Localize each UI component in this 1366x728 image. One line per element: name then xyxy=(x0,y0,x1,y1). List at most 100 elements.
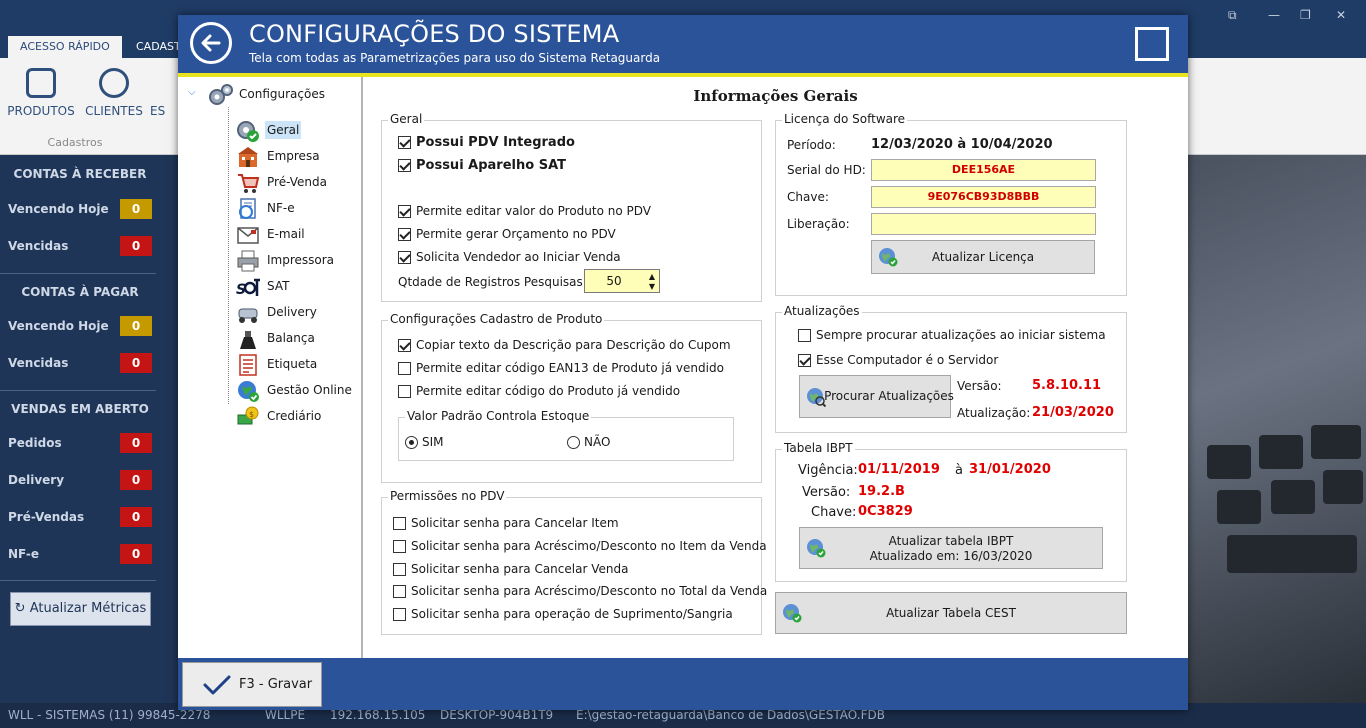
minimize-icon[interactable]: — xyxy=(1268,8,1280,22)
metrics-sidebar: CONTAS À RECEBER Vencendo Hoje 0 Vencida… xyxy=(0,155,178,703)
close-icon[interactable]: ✕ xyxy=(1336,8,1346,22)
checkbox-box[interactable] xyxy=(398,159,411,172)
stock-icon xyxy=(150,68,180,98)
checkbox-box[interactable] xyxy=(398,228,411,241)
produtos-label: PRODUTOS xyxy=(7,104,75,118)
metric-row[interactable]: Vencendo Hoje 0 xyxy=(8,316,158,336)
atualizacao-value: 21/03/2020 xyxy=(1032,405,1114,420)
radio-circle[interactable] xyxy=(567,436,580,449)
checkbox-box[interactable] xyxy=(398,362,411,375)
metric-badge: 0 xyxy=(120,353,152,373)
checkbox-box[interactable] xyxy=(398,136,411,149)
tree-item-label: Impressora xyxy=(267,253,335,267)
checkbox-label: Solicitar senha para Cancelar Item xyxy=(411,516,619,530)
checkbox-box[interactable] xyxy=(393,540,406,553)
metric-row[interactable]: Pedidos 0 xyxy=(8,433,158,453)
checkbox-box[interactable] xyxy=(398,251,411,264)
qtd-registros-stepper[interactable]: 50 ▲ ▼ xyxy=(584,269,660,293)
checkbox-label: Solicitar senha para Acréscimo/Desconto … xyxy=(411,539,767,553)
checkbox-label: Permite editar código EAN13 de Produto j… xyxy=(416,361,724,375)
metric-row[interactable]: NF-e 0 xyxy=(8,544,158,564)
checkbox-box[interactable] xyxy=(393,517,406,530)
produtos-button[interactable]: PRODUTOS xyxy=(6,68,76,118)
stepper-value[interactable]: 50 xyxy=(585,270,643,292)
restore-icon[interactable]: ⧉ xyxy=(1228,8,1237,23)
checkbox-box[interactable] xyxy=(393,585,406,598)
estoque-label: ES xyxy=(150,104,166,118)
checkbox-box[interactable] xyxy=(798,354,811,367)
metric-label: NF-e xyxy=(8,547,39,561)
keyboard-key xyxy=(1271,480,1315,514)
tree-item-label: E-mail xyxy=(267,227,305,241)
checkbox-box[interactable] xyxy=(393,563,406,576)
tab-acesso-rapido[interactable]: ACESSO RÁPIDO xyxy=(8,36,122,58)
chave-field[interactable]: 9E076CB93D8BBB xyxy=(871,186,1096,208)
geral-group: Geral Possui PDV Integrado Possui Aparel… xyxy=(381,112,762,302)
vigencia-label: Vigência: xyxy=(798,463,858,478)
checkbox-box[interactable] xyxy=(398,339,411,352)
metric-row[interactable]: Delivery 0 xyxy=(8,470,158,490)
keyboard-key xyxy=(1217,490,1261,524)
update-metrics-button[interactable]: ↻ Atualizar Métricas xyxy=(10,592,151,626)
envelope-icon xyxy=(237,227,259,244)
estoque-button[interactable]: ES xyxy=(150,68,178,118)
group-title: Permissões no PDV xyxy=(388,489,507,503)
metric-badge: 0 xyxy=(120,470,152,490)
users-add-icon xyxy=(99,68,129,98)
tree-root-label: Configurações xyxy=(239,87,325,101)
scooter-icon xyxy=(238,308,258,323)
checkmark-icon xyxy=(203,675,231,695)
save-button[interactable]: F3 - Gravar xyxy=(182,662,322,707)
liberacao-field[interactable] xyxy=(871,213,1096,235)
metric-row[interactable]: Vencendo Hoje 0 xyxy=(8,199,158,219)
gear-check-icon xyxy=(237,121,259,142)
metric-badge: 0 xyxy=(120,199,152,219)
maximize-icon[interactable]: ❐ xyxy=(1300,8,1311,22)
radio-circle[interactable] xyxy=(405,436,418,449)
metric-row[interactable]: Vencidas 0 xyxy=(8,353,158,373)
checkbox-label: Solicitar senha para Cancelar Venda xyxy=(411,562,629,576)
atualizar-cest-button[interactable]: Atualizar Tabela CEST xyxy=(775,592,1127,634)
periodo-label: Período: xyxy=(787,138,836,152)
globe-icon xyxy=(238,381,259,402)
checkbox-label: Permite editar valor do Produto no PDV xyxy=(416,204,651,218)
tree-item-label: Delivery xyxy=(267,305,317,319)
metric-label: Delivery xyxy=(8,473,65,487)
serial-field[interactable]: DEE156AE xyxy=(871,159,1096,181)
metric-label: Vencidas xyxy=(8,356,69,370)
metric-label: Pedidos xyxy=(8,436,62,450)
stepper-down-icon[interactable]: ▼ xyxy=(649,283,655,291)
atualizar-ibpt-button[interactable]: Atualizar tabela IBPT Atualizado em: 16/… xyxy=(799,527,1103,569)
metric-row[interactable]: Pré-Vendas 0 xyxy=(8,507,158,527)
checkbox-box[interactable] xyxy=(398,385,411,398)
chevron-down-icon[interactable]: ⌵ xyxy=(188,87,196,98)
atualizar-licenca-button[interactable]: Atualizar Licença xyxy=(871,240,1095,274)
checkbox-box[interactable] xyxy=(798,329,811,342)
group-title: Configurações Cadastro de Produto xyxy=(388,312,605,326)
clientes-button[interactable]: CLIENTES xyxy=(79,68,149,118)
update-metrics-label: Atualizar Métricas xyxy=(29,601,147,616)
group-title: Licença do Software xyxy=(782,112,908,126)
checkbox-box[interactable] xyxy=(393,608,406,621)
back-button[interactable] xyxy=(190,22,232,64)
procurar-atualizacoes-button[interactable]: Procurar Atualizações xyxy=(799,375,954,418)
keyboard-key xyxy=(1323,470,1363,504)
box-icon xyxy=(26,68,56,98)
checkbox-box[interactable] xyxy=(398,205,411,218)
group-title: Geral xyxy=(388,112,425,126)
versao-label: Versão: xyxy=(957,379,1002,393)
metric-badge: 0 xyxy=(120,544,152,564)
metric-label: Pré-Vendas xyxy=(8,510,85,524)
nfe-document-icon xyxy=(239,198,256,219)
label-sheet-icon xyxy=(239,354,257,376)
arrow-left-icon xyxy=(201,34,221,52)
stepper-up-icon[interactable]: ▲ xyxy=(649,273,655,281)
atualizacao-label: Atualização: xyxy=(957,406,1031,420)
qtd-registros-label: Qtdade de Registros Pesquisas: xyxy=(398,275,587,289)
metric-badge: 0 xyxy=(120,507,152,527)
clientes-label: CLIENTES xyxy=(85,104,143,118)
metric-row[interactable]: Vencidas 0 xyxy=(8,236,158,256)
maximize-dialog-button[interactable] xyxy=(1135,27,1169,61)
gears-icon xyxy=(209,84,233,105)
checkbox-label: Solicita Vendedor ao Iniciar Venda xyxy=(416,250,621,264)
